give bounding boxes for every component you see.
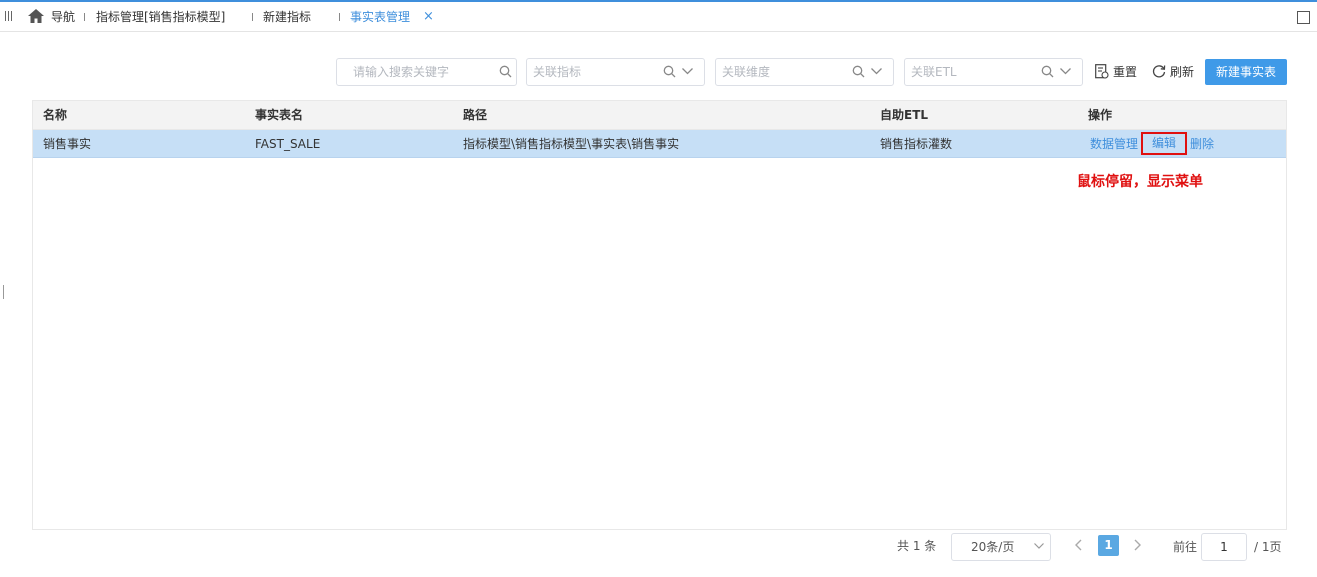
related-etl-placeholder: 关联ETL [911, 65, 957, 79]
search-placeholder: 请输入搜索关键字 [353, 65, 450, 79]
search-icon [663, 65, 676, 78]
column-header-path[interactable]: 路径 [463, 101, 487, 130]
chevron-down-icon[interactable] [1060, 68, 1071, 75]
hover-annotation: 鼠标停留，显示菜单 [1077, 174, 1203, 190]
cell-etl: 销售指标灌数 [880, 137, 953, 151]
current-page[interactable]: 1 [1098, 535, 1119, 556]
search-input[interactable]: 请输入搜索关键字 [336, 58, 517, 86]
table-row[interactable]: 销售事实 FAST_SALE 指标模型\销售指标模型\事实表\销售事实 销售指标… [33, 130, 1286, 158]
chevron-down-icon[interactable] [682, 68, 693, 75]
refresh-button[interactable]: 刷新 [1152, 58, 1198, 86]
column-header-table-name[interactable]: 事实表名 [255, 101, 303, 130]
edit-label: 编辑 [1151, 136, 1176, 150]
cell-name: 销售事实 [43, 137, 92, 151]
data-management-link[interactable]: 数据管理 [1090, 130, 1138, 158]
tab-navigation[interactable]: 导航 [51, 2, 75, 32]
menu-toggle-icon[interactable] [5, 11, 14, 21]
total-count: 共 1 条 [897, 539, 937, 553]
total-pages: / 1页 [1254, 540, 1282, 554]
search-icon [852, 65, 865, 78]
edit-link[interactable]: 编辑 [1141, 132, 1187, 155]
close-tab-icon[interactable]: × [423, 2, 434, 32]
tab-separator [252, 13, 253, 21]
cell-path: 指标模型\销售指标模型\事实表\销售事实 [463, 137, 680, 151]
chevron-down-icon[interactable] [871, 68, 882, 75]
tab-separator [339, 13, 340, 21]
new-fact-table-button[interactable]: 新建事实表 [1205, 59, 1287, 85]
home-icon[interactable] [28, 9, 44, 23]
refresh-label: 刷新 [1170, 65, 1195, 79]
related-dimension-placeholder: 关联维度 [722, 65, 771, 79]
page-size-select[interactable]: 20条/页 [951, 533, 1051, 561]
goto-page-input[interactable]: 1 [1201, 533, 1247, 561]
goto-label: 前往 [1173, 540, 1198, 554]
cell-table-name: FAST_SALE [255, 137, 321, 151]
previous-page-icon[interactable] [1073, 538, 1085, 552]
reset-label: 重置 [1113, 65, 1138, 79]
tab-metric-management[interactable]: 指标管理[销售指标模型] [96, 2, 225, 32]
next-page-icon[interactable] [1131, 538, 1143, 552]
related-metric-placeholder: 关联指标 [533, 65, 582, 79]
related-dimension-select[interactable]: 关联维度 [715, 58, 894, 86]
fact-table-list: 名称 事实表名 路径 自助ETL 操作 销售事实 FAST_SALE 指标模型\… [32, 100, 1287, 530]
related-etl-select[interactable]: 关联ETL [904, 58, 1083, 86]
related-metric-select[interactable]: 关联指标 [526, 58, 705, 86]
delete-link[interactable]: 删除 [1190, 130, 1214, 158]
tab-fact-table-management[interactable]: 事实表管理 [350, 2, 410, 32]
panel-resize-handle[interactable] [3, 285, 4, 299]
reset-icon [1095, 64, 1109, 79]
column-header-name[interactable]: 名称 [43, 101, 67, 130]
search-icon [1041, 65, 1054, 78]
refresh-icon [1152, 65, 1166, 78]
column-header-operations: 操作 [1088, 108, 1113, 122]
maximize-icon[interactable] [1297, 11, 1310, 24]
tab-separator [84, 13, 85, 21]
tab-bar: 导航 指标管理[销售指标模型] 新建指标 事实表管理 × [0, 2, 1317, 32]
column-header-etl[interactable]: 自助ETL [880, 101, 928, 130]
reset-button[interactable]: 重置 [1095, 58, 1143, 86]
page-size-value: 20条/页 [971, 540, 1015, 554]
chevron-down-icon [1034, 543, 1044, 549]
search-icon [499, 65, 512, 78]
table-header: 名称 事实表名 路径 自助ETL 操作 [33, 101, 1286, 130]
tab-new-metric[interactable]: 新建指标 [263, 2, 311, 32]
